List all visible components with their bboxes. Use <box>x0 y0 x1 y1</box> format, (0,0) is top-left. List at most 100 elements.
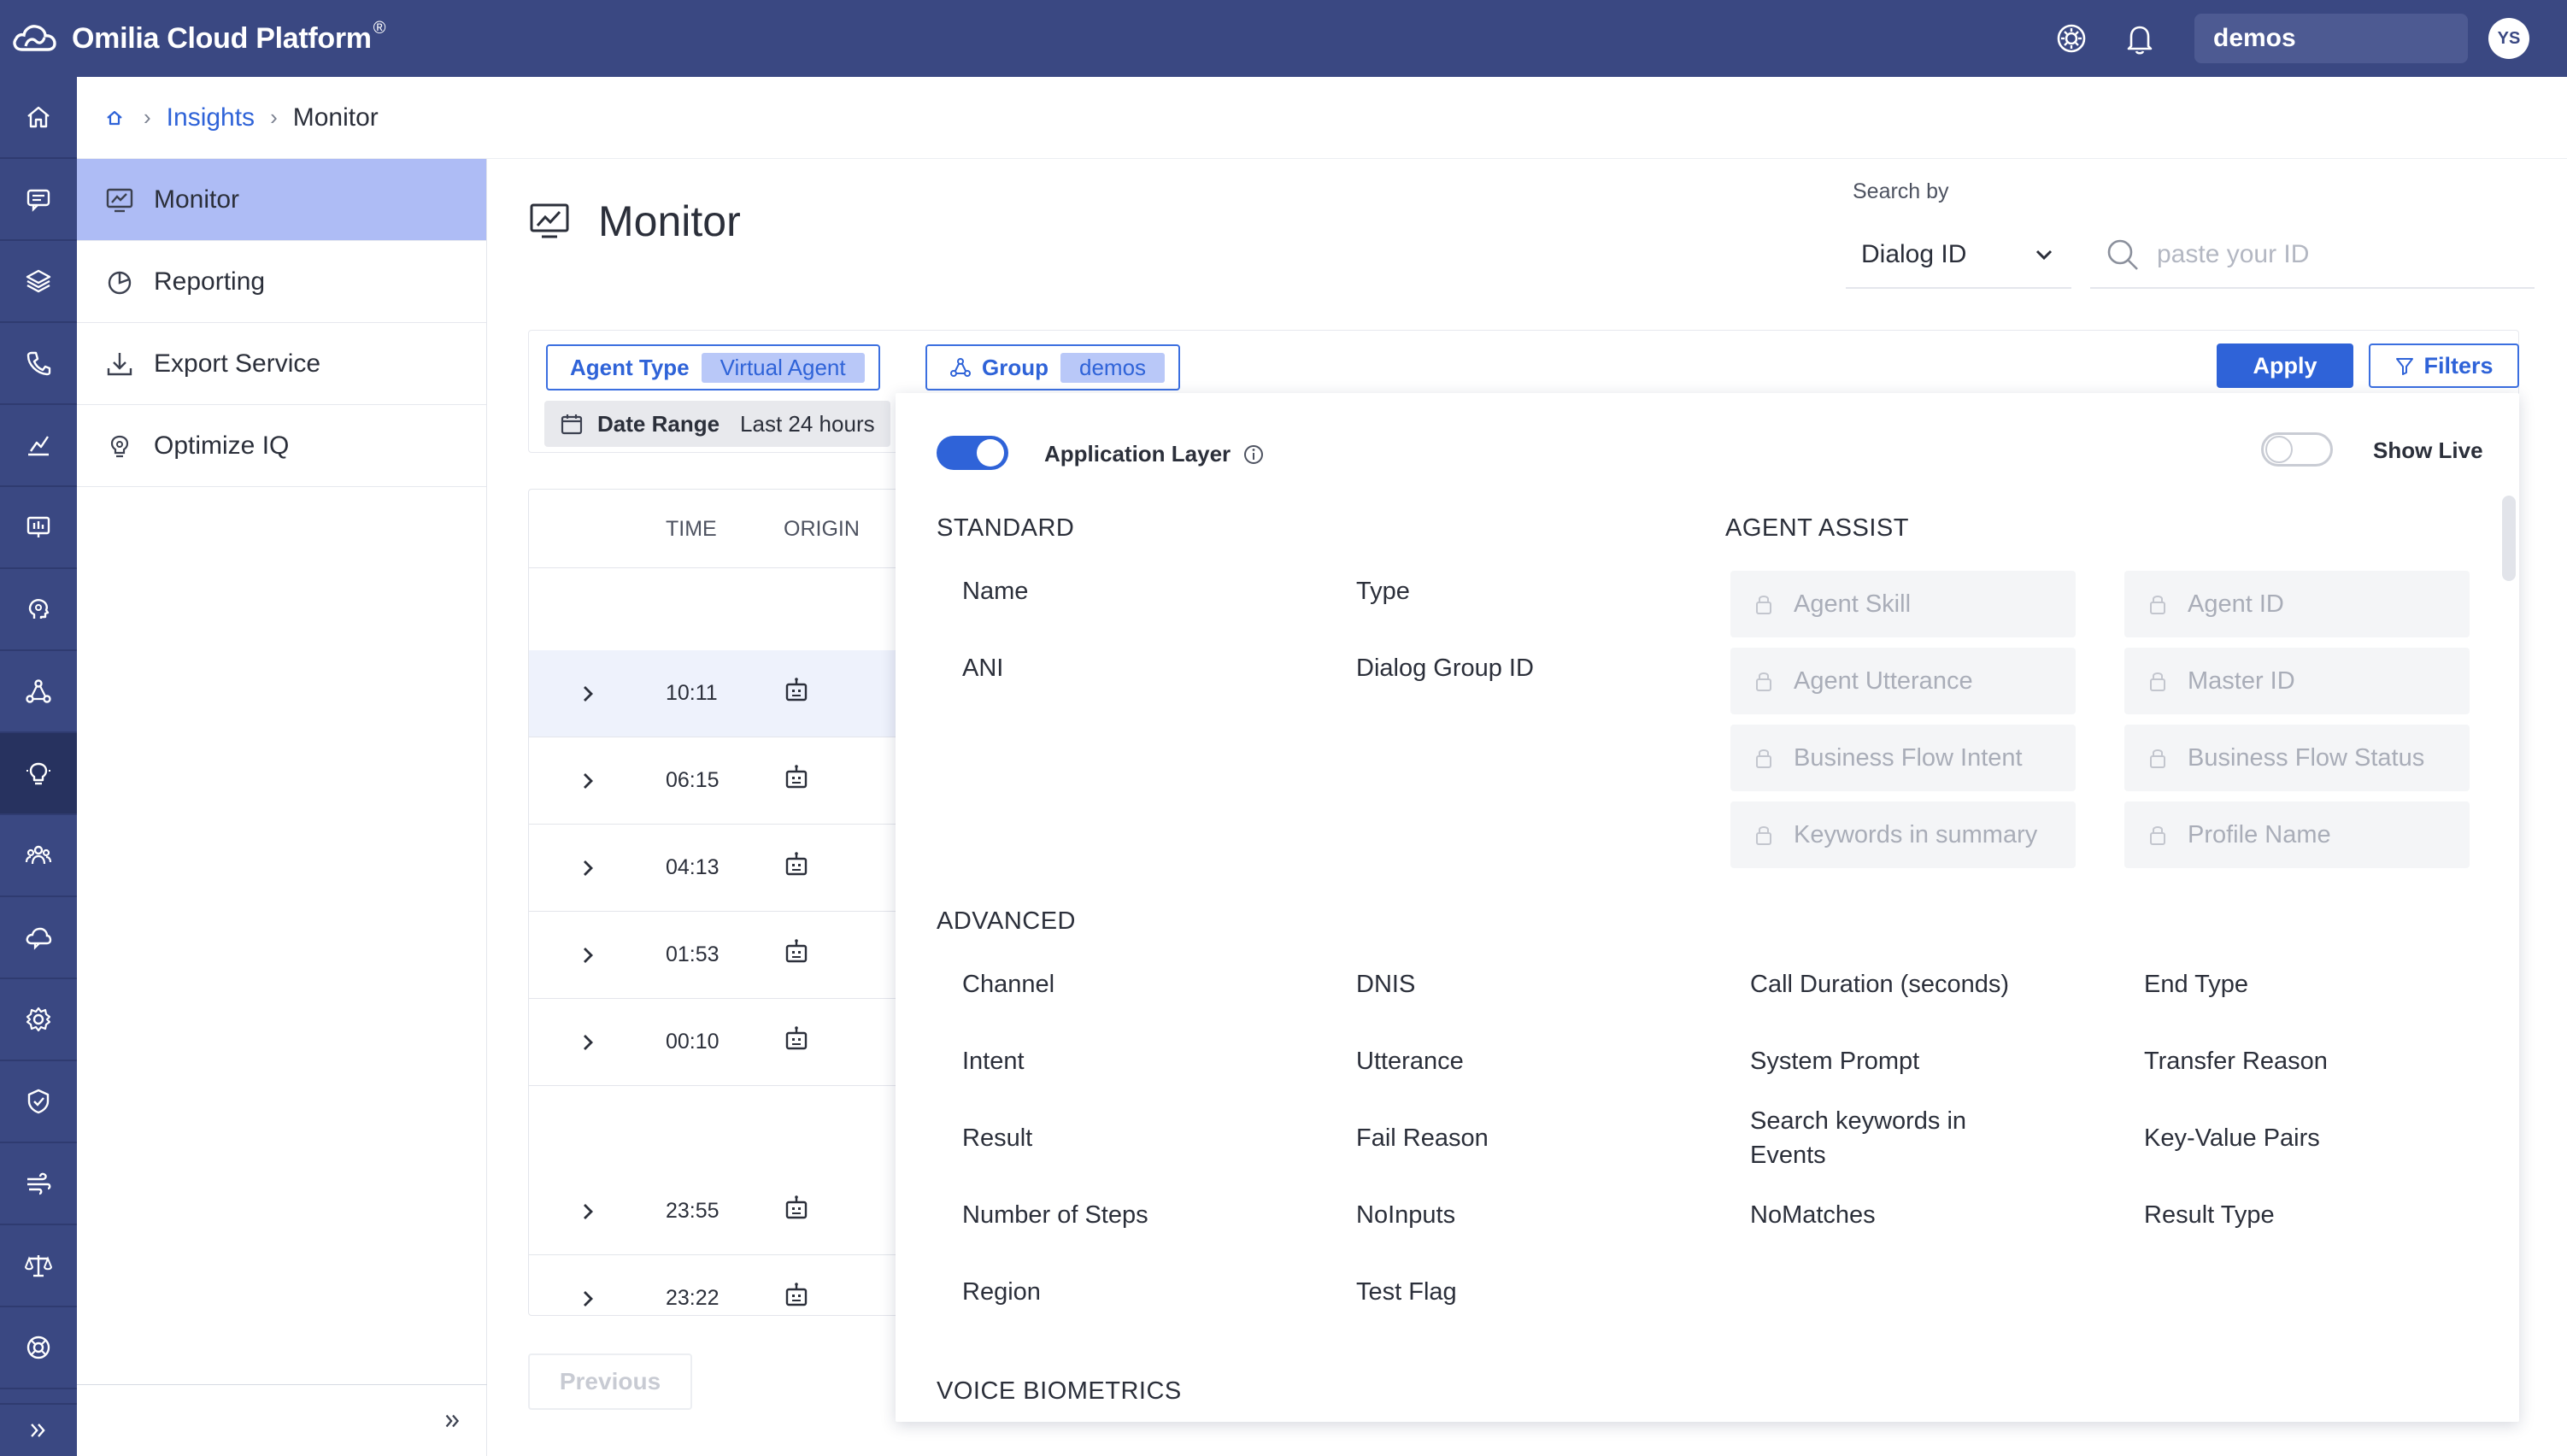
filter-option-number-of-steps[interactable]: Number of Steps <box>962 1198 1148 1232</box>
lock-icon <box>1756 749 1771 768</box>
chevron-right-icon[interactable] <box>577 1031 599 1054</box>
locked-filter-master-id: Master ID <box>2124 648 2470 714</box>
cloud-chat-icon <box>26 927 52 950</box>
rail-presentation[interactable] <box>0 487 77 569</box>
rail-expand-button[interactable] <box>0 1403 77 1456</box>
chevron-down-icon <box>2035 250 2053 261</box>
filter-option-test-flag[interactable]: Test Flag <box>1356 1275 1457 1309</box>
previous-page-button[interactable]: Previous <box>528 1353 692 1410</box>
column-header-origin[interactable]: ORIGIN <box>784 517 860 542</box>
row-time: 10:11 <box>666 681 718 705</box>
filter-option-dialog-group-id[interactable]: Dialog Group ID <box>1356 651 1534 685</box>
filter-option-key-value-pairs[interactable]: Key-Value Pairs <box>2144 1121 2320 1155</box>
search-id-input[interactable] <box>2157 240 2516 269</box>
chevron-right-icon[interactable] <box>577 1288 599 1310</box>
subnav-item-export-service[interactable]: Export Service <box>77 323 486 405</box>
organization-selector[interactable]: demos <box>2194 14 2468 63</box>
rail-support[interactable] <box>0 1307 77 1389</box>
subnav-item-optimize-iq[interactable]: Optimize IQ <box>77 405 486 487</box>
row-time: 00:10 <box>666 1030 720 1054</box>
double-chevron-right-icon <box>445 1414 460 1427</box>
rail-brain[interactable] <box>0 569 77 651</box>
filter-option-end-type[interactable]: End Type <box>2144 967 2248 1001</box>
locked-filter-label: Agent ID <box>2188 590 2284 618</box>
rail-flows[interactable] <box>0 1143 77 1225</box>
filter-option-ani[interactable]: ANI <box>962 651 1003 685</box>
row-time: 23:55 <box>666 1199 720 1223</box>
date-range-label: Date Range <box>597 410 720 437</box>
chevron-right-icon[interactable] <box>577 857 599 879</box>
app-logo[interactable]: Omilia Cloud Platform ® <box>10 18 386 56</box>
search-type-select[interactable]: Dialog ID <box>1846 222 2071 289</box>
chevron-right-icon[interactable] <box>577 683 599 705</box>
apply-button[interactable]: Apply <box>2217 343 2353 388</box>
rail-compliance[interactable] <box>0 1225 77 1307</box>
chevron-right-icon[interactable] <box>577 944 599 966</box>
chevron-right-icon[interactable] <box>577 1201 599 1223</box>
filter-option-region[interactable]: Region <box>962 1275 1041 1309</box>
filter-option-dnis[interactable]: DNIS <box>1356 967 1415 1001</box>
filter-option-result[interactable]: Result <box>962 1121 1032 1155</box>
filter-option-transfer-reason[interactable]: Transfer Reason <box>2144 1044 2328 1078</box>
filter-option-name[interactable]: Name <box>962 574 1028 608</box>
theme-toggle-icon[interactable] <box>2053 20 2090 57</box>
locked-filter-label: Business Flow Intent <box>1794 744 2023 772</box>
filters-button[interactable]: Filters <box>2369 343 2519 388</box>
analytics-icon <box>28 436 49 456</box>
top-bar: Omilia Cloud Platform ® demos YS <box>0 0 2567 77</box>
funnel-icon <box>2396 358 2414 375</box>
rail-conversational-ai[interactable] <box>0 159 77 241</box>
group-chip[interactable]: Group demos <box>925 344 1181 390</box>
filter-option-type[interactable]: Type <box>1356 574 1410 608</box>
rail-home[interactable] <box>0 77 77 159</box>
date-range-chip[interactable]: Date Range Last 24 hours <box>544 401 890 447</box>
chevron-right-icon[interactable] <box>577 770 599 792</box>
subnav-collapse-button[interactable] <box>77 1384 487 1456</box>
group-label: Group <box>982 354 1049 380</box>
user-avatar[interactable]: YS <box>2488 18 2529 59</box>
locked-filter-agent-skill: Agent Skill <box>1730 571 2076 637</box>
filter-option-search-keywords-in-events[interactable]: Search keywords in Events <box>1750 1104 2006 1172</box>
rail-phone-flows[interactable] <box>0 323 77 405</box>
filter-option-intent[interactable]: Intent <box>962 1044 1025 1078</box>
filter-option-call-duration-seconds[interactable]: Call Duration (seconds) <box>1750 967 2009 1001</box>
rail-insights[interactable] <box>0 733 77 815</box>
notifications-bell-icon[interactable] <box>2121 20 2159 57</box>
search-by-label: Search by <box>1853 179 1949 203</box>
breadcrumb: › Insights › Monitor <box>77 77 2567 159</box>
settings-cog-icon <box>26 1007 51 1032</box>
rail-analytics[interactable] <box>0 405 77 487</box>
subnav-item-reporting[interactable]: Reporting <box>77 241 486 323</box>
filter-option-system-prompt[interactable]: System Prompt <box>1750 1044 1919 1078</box>
lock-icon <box>2150 749 2165 768</box>
filter-option-nomatches[interactable]: NoMatches <box>1750 1198 1876 1232</box>
info-icon[interactable] <box>1242 443 1265 466</box>
app-title: Omilia Cloud Platform ® <box>72 18 386 55</box>
breadcrumb-insights[interactable]: Insights <box>167 103 255 132</box>
agent-type-chip[interactable]: Agent Type Virtual Agent <box>546 344 880 390</box>
rail-network[interactable] <box>0 651 77 733</box>
rail-settings[interactable] <box>0 979 77 1061</box>
chat-bot-icon <box>26 189 50 212</box>
column-header-time[interactable]: TIME <box>666 517 717 542</box>
rail-security[interactable] <box>0 1061 77 1143</box>
show-live-toggle[interactable] <box>2261 432 2333 467</box>
lock-icon <box>2150 826 2165 845</box>
home-icon[interactable] <box>104 108 125 128</box>
filter-option-result-type[interactable]: Result Type <box>2144 1198 2275 1232</box>
filter-option-fail-reason[interactable]: Fail Reason <box>1356 1121 1489 1155</box>
application-layer-toggle[interactable] <box>937 436 1008 470</box>
filter-option-utterance[interactable]: Utterance <box>1356 1044 1464 1078</box>
breadcrumb-monitor: Monitor <box>292 103 379 132</box>
filter-option-noinputs[interactable]: NoInputs <box>1356 1198 1455 1232</box>
rail-groups[interactable] <box>0 815 77 897</box>
subnav-item-monitor[interactable]: Monitor <box>77 159 486 241</box>
filter-option-channel[interactable]: Channel <box>962 967 1054 1001</box>
row-time: 06:15 <box>666 768 720 792</box>
rail-cloud-chat[interactable] <box>0 897 77 979</box>
panel-scrollbar[interactable] <box>2502 496 2516 581</box>
row-time: 04:13 <box>666 855 720 879</box>
search-icon <box>2107 239 2138 270</box>
standard-section-title: STANDARD <box>937 514 1075 542</box>
rail-layers[interactable] <box>0 241 77 323</box>
